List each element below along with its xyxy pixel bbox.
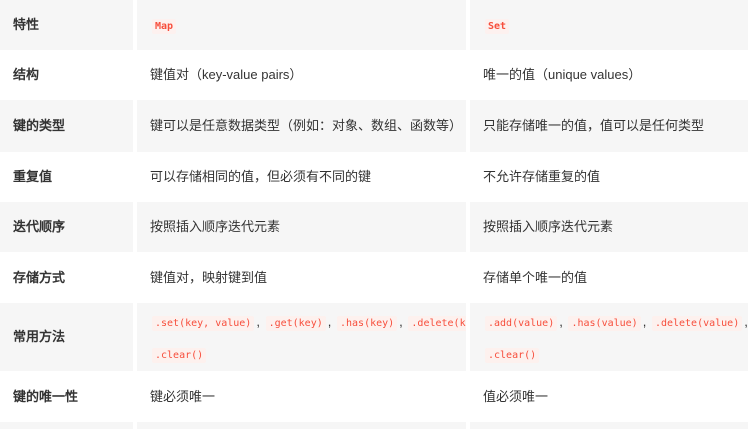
partial-next-row (0, 422, 748, 429)
inline-code: .clear() (485, 348, 539, 363)
table-row: 重复值 可以存储相同的值，但必须有不同的键 不允许存储重复的值 (0, 152, 748, 202)
map-cell: 键必须唯一 (137, 371, 466, 422)
inline-code: .set(key, value) (152, 316, 254, 331)
feature-cell: 迭代顺序 (0, 202, 133, 252)
set-cell: 只能存储唯一的值，值可以是任何类型 (470, 100, 748, 152)
map-cell: 键值对（key-value pairs） (137, 50, 466, 100)
table-row: 存储方式 键值对，映射键到值 存储单个唯一的值 (0, 252, 748, 303)
table-row: 迭代顺序 按照插入顺序迭代元素 按照插入顺序迭代元素 (0, 202, 748, 252)
inline-code: Map (152, 19, 176, 34)
map-cell: 按照插入顺序迭代元素 (137, 202, 466, 252)
methods-line: .set(key, value), .get(key), .has(key), … (150, 307, 453, 339)
inline-code: .has(value) (568, 316, 640, 331)
set-cell: 按照插入顺序迭代元素 (470, 202, 748, 252)
set-cell: 值必须唯一 (470, 371, 748, 422)
methods-line: .clear() (150, 339, 453, 371)
header-set: Set (470, 0, 748, 50)
inline-code: .delete(value) (652, 316, 742, 331)
feature-cell: 重复值 (0, 152, 133, 202)
map-cell: 可以存储相同的值，但必须有不同的键 (137, 152, 466, 202)
partial-cell (0, 422, 133, 429)
methods-line: .clear() (483, 339, 735, 371)
partial-cell (137, 422, 466, 429)
inline-code: .clear() (152, 348, 206, 363)
map-methods-cell: .set(key, value), .get(key), .has(key), … (137, 303, 466, 371)
methods-line: .add(value), .has(value), .delete(value)… (483, 307, 735, 339)
partial-cell (470, 422, 748, 429)
comparison-table: 特性 Map Set 结构 键值对（key-value pairs） 唯一的值（… (0, 0, 748, 429)
table-row: 键的唯一性 键必须唯一 值必须唯一 (0, 371, 748, 422)
set-cell: 存储单个唯一的值 (470, 252, 748, 303)
header-feature: 特性 (0, 0, 133, 50)
map-cell: 键值对，映射键到值 (137, 252, 466, 303)
inline-code: .add(value) (485, 316, 557, 331)
table-header-row: 特性 Map Set (0, 0, 748, 50)
inline-code: .get(key) (266, 316, 326, 331)
table-row: 键的类型 键可以是任意数据类型（例如：对象、数组、函数等） 只能存储唯一的值，值… (0, 100, 748, 152)
set-cell: 唯一的值（unique values） (470, 50, 748, 100)
table-row: 常用方法 .set(key, value), .get(key), .has(k… (0, 303, 748, 371)
set-methods-cell: .add(value), .has(value), .delete(value)… (470, 303, 748, 371)
feature-cell: 键的唯一性 (0, 371, 133, 422)
set-cell: 不允许存储重复的值 (470, 152, 748, 202)
inline-code: .delete(key) (408, 316, 466, 331)
inline-code: .has(key) (337, 316, 397, 331)
feature-cell: 键的类型 (0, 100, 133, 152)
feature-cell: 常用方法 (0, 303, 133, 371)
header-feature-label: 特性 (13, 17, 39, 32)
table-row: 结构 键值对（key-value pairs） 唯一的值（unique valu… (0, 50, 748, 100)
feature-cell: 存储方式 (0, 252, 133, 303)
inline-code: Set (485, 19, 509, 34)
map-cell: 键可以是任意数据类型（例如：对象、数组、函数等） (137, 100, 466, 152)
header-map: Map (137, 0, 466, 50)
feature-cell: 结构 (0, 50, 133, 100)
